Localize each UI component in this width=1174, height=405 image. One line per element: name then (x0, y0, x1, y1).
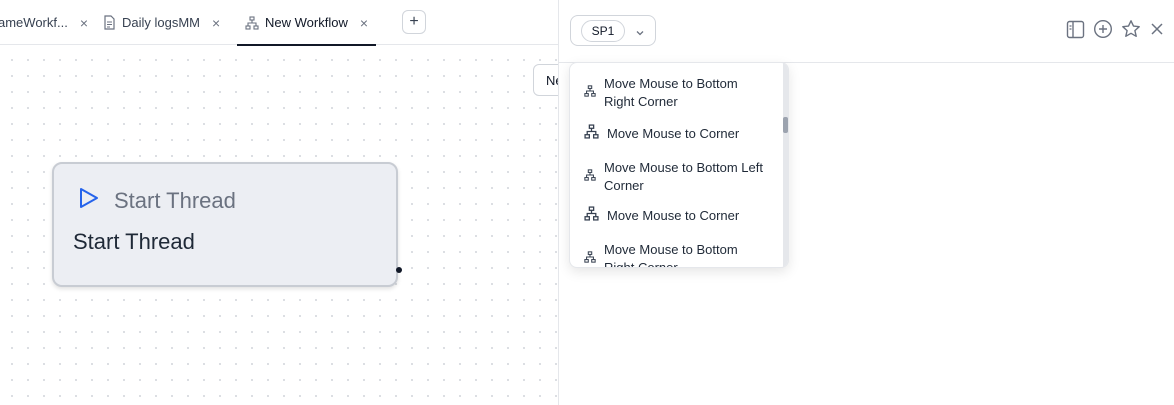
tab-workflow-1[interactable]: ameWorkf... × (0, 0, 88, 45)
dropdown-item[interactable]: Move Mouse to Corner (570, 201, 784, 231)
add-tab-button[interactable]: + (402, 10, 426, 34)
dropdown-item-label: Move Mouse to Corner (607, 208, 740, 223)
sidebar-toggle-icon[interactable] (1066, 20, 1085, 39)
plus-icon: + (409, 13, 419, 30)
dropdown-item[interactable]: Move Mouse to Bottom Left Corner (570, 149, 784, 201)
dropdown-item[interactable]: Move Mouse to Bottom Right Corner (570, 231, 784, 268)
node-title: Start Thread (114, 187, 236, 213)
tab-label: Daily logsMM (122, 15, 201, 30)
tab-new-workflow[interactable]: New Workflow × (237, 0, 377, 46)
close-icon[interactable]: × (212, 15, 220, 31)
header-actions (1066, 19, 1165, 39)
workflow-icon (584, 84, 596, 102)
dropdown-item-label: Move Mouse to Bottom Right Corner (604, 242, 738, 268)
canvas-chip[interactable]: Ne (533, 64, 559, 96)
chevron-down-icon (635, 25, 645, 43)
tab-label: ameWorkf... (0, 15, 68, 30)
close-icon[interactable]: × (360, 15, 368, 31)
agent-select[interactable]: SP1 (570, 15, 656, 46)
close-icon[interactable] (1149, 21, 1165, 37)
workflow-icon (584, 124, 599, 144)
workflow-editor: ameWorkf... × Daily logsMM × New Workflo… (0, 0, 559, 405)
workflow-icon (584, 250, 596, 267)
add-circle-icon[interactable] (1093, 19, 1113, 39)
tab-daily-logs[interactable]: Daily logsMM × (103, 0, 220, 45)
start-thread-node[interactable]: Start Thread Start Thread (52, 162, 398, 287)
close-icon[interactable]: × (80, 15, 88, 31)
dropdown-item[interactable]: Move Mouse to Corner (570, 119, 784, 149)
dropdown-item[interactable]: Move Mouse to Bottom Right Corner (570, 63, 784, 119)
node-body: Start Thread (73, 229, 195, 254)
workflow-icon (245, 15, 259, 30)
workflow-dropdown: Move Mouse to Bottom Right Corner Move M… (569, 62, 789, 268)
dropdown-scrollbar-thumb[interactable] (783, 117, 788, 133)
dropdown-scrollbar[interactable] (783, 63, 788, 267)
node-output-port[interactable] (396, 267, 402, 273)
workflow-icon (584, 168, 596, 186)
panel-header: SP1 (559, 0, 1174, 63)
dropdown-item-label: Move Mouse to Bottom Left Corner (604, 160, 763, 193)
workflow-icon (584, 206, 599, 226)
tab-bar: ameWorkf... × Daily logsMM × New Workflo… (0, 0, 559, 46)
side-panel: SP1 Move Mouse to Bottom Right Corner Mo… (558, 0, 1174, 405)
dropdown-item-label: Move Mouse to Corner (607, 126, 740, 141)
node-header: Start Thread (78, 186, 236, 215)
dropdown-item-label: Move Mouse to Bottom Right Corner (604, 76, 738, 109)
tab-label: New Workflow (265, 15, 348, 30)
agent-badge: SP1 (581, 20, 625, 42)
document-icon (103, 15, 116, 30)
dropdown-list: Move Mouse to Bottom Right Corner Move M… (570, 63, 784, 268)
play-icon (78, 186, 100, 215)
star-icon[interactable] (1121, 19, 1141, 39)
